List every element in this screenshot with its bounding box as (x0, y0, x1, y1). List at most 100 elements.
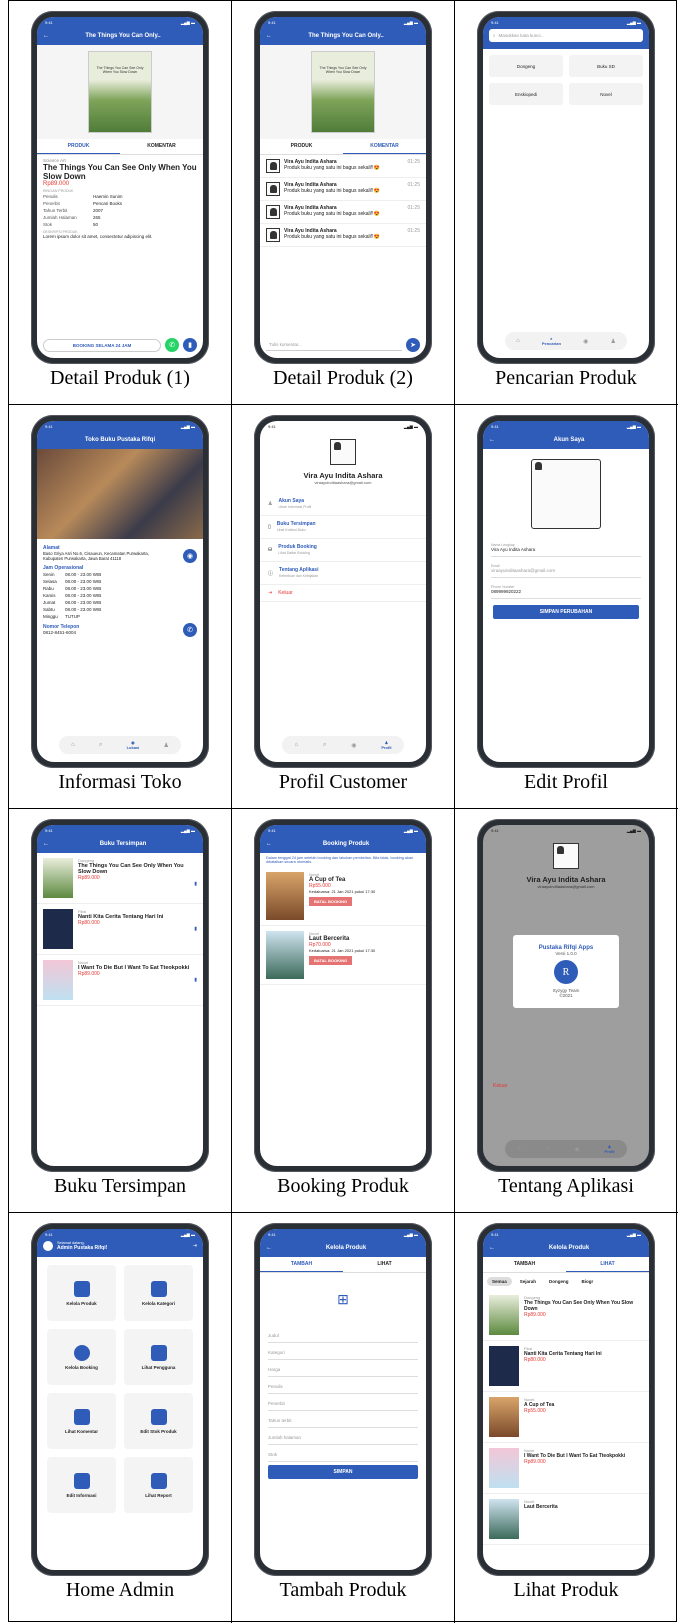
phone-icon[interactable]: ✆ (183, 623, 197, 637)
saved-book-item[interactable]: Fiksi Nanti Kita Cerita Tentang Hari Ini R… (37, 904, 203, 955)
card-label: Edit Stok Produk (140, 1428, 177, 1434)
tab-tambah[interactable]: TAMBAH (260, 1257, 343, 1272)
filter-chip[interactable]: Semua (487, 1277, 512, 1286)
stock-field[interactable]: Stok (268, 1448, 418, 1462)
publisher-field[interactable]: Penerbit (268, 1397, 418, 1411)
home-icon[interactable]: ⌂ (294, 742, 298, 748)
tab-lihat[interactable]: LIHAT (566, 1257, 649, 1272)
search-input[interactable]: Masukkan kata kunci.. (499, 33, 544, 38)
tab-produk[interactable]: PRODUK (260, 139, 343, 154)
bookmark-icon[interactable]: ▮ (78, 926, 197, 932)
book-price: Rp55.000 (524, 1408, 546, 1414)
comment-text: Produk buku yang satu ini bagus sekali!!… (284, 211, 380, 217)
menu-buku-tersimpan[interactable]: ▯ Buku Tersimpan Lihat Koleksi Buku (260, 516, 426, 539)
profile-icon[interactable]: ♟ (163, 742, 168, 749)
cancel-booking-button[interactable]: BATAL BOOKING (309, 897, 353, 906)
filter-chip[interactable]: Biogr (577, 1277, 599, 1286)
info-value: 265 (93, 215, 101, 221)
category-chip[interactable]: Buku SD (569, 55, 643, 77)
saved-book-item[interactable]: Novel I Want To Die But I Want To Eat Tte… (37, 955, 203, 1006)
product-item[interactable]: Novel I Want To Die But I Want To Eat Tte… (483, 1443, 649, 1494)
price-field[interactable]: Harga (268, 1363, 418, 1377)
nav-profile[interactable]: ♟ Profil (604, 1144, 614, 1154)
year-field[interactable]: Tahun terbit (268, 1414, 418, 1428)
app-bar: ← The Things You Can Only.. (37, 27, 203, 45)
location-icon[interactable]: ◉ (351, 742, 356, 749)
product-item[interactable]: Novel A Cup of Tea Rp55.000 (483, 1392, 649, 1443)
home-icon[interactable]: ⌂ (71, 742, 75, 748)
screen: 9:41 ▂▄▆ ▬ ← Kelola Produk TAMBAH LIHAT ⊞ J… (260, 1229, 426, 1570)
tab-komentar[interactable]: KOMENTAR (120, 139, 203, 154)
menu-akun-saya[interactable]: ♙ Akun Saya Ubah Informasi Profil (260, 493, 426, 516)
cell-edit-profil: 9:41 ▂▄▆ ▬ ← Akun Saya Nama Lengkap Vira Ay… (455, 405, 677, 808)
admin-card[interactable]: Edit Informasi (47, 1457, 116, 1513)
admin-card[interactable]: Lihat Pengguna (124, 1329, 193, 1385)
tab-komentar[interactable]: KOMENTAR (343, 139, 426, 154)
logout-button[interactable]: ⇥ Keluar (260, 585, 426, 602)
name-field[interactable]: Nama Lengkap Vira Ayu Indita Ashara (491, 539, 641, 557)
product-item[interactable]: Dongeng The Things You Can See Only When … (483, 1290, 649, 1341)
home-icon[interactable]: ⌂ (517, 1146, 521, 1152)
card-label: Lihat Pengguna (141, 1364, 176, 1370)
tab-tambah[interactable]: TAMBAH (483, 1257, 566, 1272)
location-icon[interactable]: ◉ (574, 1146, 579, 1153)
nav-profile[interactable]: ♟ Profil (381, 740, 391, 750)
profile-icon[interactable]: ♟ (610, 338, 615, 345)
send-icon[interactable]: ➤ (406, 338, 420, 352)
admin-card[interactable]: Edit Stok Produk (124, 1393, 193, 1449)
day: Minggu (43, 614, 58, 619)
search-icon[interactable]: ⌕ (323, 742, 326, 749)
book-thumb (43, 858, 73, 898)
comment-input[interactable]: Tulis komentar... (266, 339, 402, 351)
category-field[interactable]: Kategori (268, 1346, 418, 1360)
author-field[interactable]: Penulis (268, 1380, 418, 1394)
tab-lihat[interactable]: LIHAT (343, 1257, 426, 1272)
app-logo-icon: R (554, 960, 578, 984)
day: Selasa (43, 579, 57, 584)
tab-produk[interactable]: PRODUK (37, 139, 120, 154)
cell-buku-tersimpan: 9:41 ▂▄▆ ▬ ← Buku Tersimpan Dongeng The Thi… (9, 809, 231, 1212)
admin-card[interactable]: Lihat Report (124, 1457, 193, 1513)
saved-book-item[interactable]: Dongeng The Things You Can See Only When … (37, 853, 203, 904)
category-chip[interactable]: Enskiopedi (489, 83, 563, 105)
bookmark-icon[interactable]: ▮ (183, 338, 197, 352)
profile-photo[interactable] (531, 459, 601, 529)
email-field[interactable]: Email viraayuinditaashara@gmail.com (491, 560, 641, 578)
admin-card[interactable]: Lihat Komentar (47, 1393, 116, 1449)
title-field[interactable]: Judul (268, 1329, 418, 1343)
search-icon[interactable]: ⌕ (99, 742, 102, 749)
add-image-icon[interactable]: ⊞ (260, 1273, 426, 1326)
avatar (330, 439, 356, 465)
cancel-booking-button[interactable]: BATAL BOOKING (309, 956, 353, 965)
admin-card[interactable]: Kelola Booking (47, 1329, 116, 1385)
pages-field[interactable]: Jumlah halaman (268, 1431, 418, 1445)
menu-tentang-aplikasi[interactable]: ⓘ Tentang Aplikasi Ketentuan dan Kebijakan (260, 562, 426, 585)
save-button[interactable]: SIMPAN (268, 1465, 418, 1479)
product-item[interactable]: Fiksi Nanti Kita Cerita Tentang Hari Ini R… (483, 1341, 649, 1392)
nav-search[interactable]: ⌕ Pencarian (542, 336, 561, 346)
filter-chip[interactable]: Sejarah (515, 1277, 541, 1286)
phone-field[interactable]: Phone Number 089999920222 (491, 581, 641, 599)
logout-icon[interactable]: ⇥ (193, 1243, 197, 1249)
admin-card[interactable]: Kelola Produk (47, 1265, 116, 1321)
menu-produk-booking[interactable]: ⛁ Produk Booking Lihat Daftar Booking (260, 539, 426, 562)
map-pin-icon[interactable]: ◉ (183, 549, 197, 563)
book-thumb (489, 1397, 519, 1437)
home-icon[interactable]: ⌂ (516, 338, 520, 344)
bookmark-icon[interactable]: ▮ (78, 881, 197, 887)
bookmark-icon[interactable]: ▮ (78, 977, 197, 983)
copyright: ©2021 (559, 993, 573, 998)
category-chip[interactable]: Novel (569, 83, 643, 105)
category-chip[interactable]: Dongeng (489, 55, 563, 77)
filter-chip[interactable]: Dongeng (544, 1277, 574, 1286)
search-icon[interactable]: ⌕ (546, 1146, 549, 1153)
phone-frame: 9:41 ▂▄▆ ▬ ← Booking Produk Dalam tenggat … (254, 819, 432, 1172)
admin-card[interactable]: Kelola Kategori (124, 1265, 193, 1321)
location-icon[interactable]: ◉ (583, 338, 588, 345)
app-bar-title: Booking Produk (322, 841, 370, 847)
nav-location[interactable]: ◉ Lokasi (127, 740, 140, 750)
save-button[interactable]: SIMPAN PERUBAHAN (493, 605, 639, 619)
whatsapp-icon[interactable]: ✆ (165, 338, 179, 352)
product-item[interactable]: Novel Laut Bercerita (483, 1494, 649, 1545)
booking-button[interactable]: BOOKING SELAMA 24 JAM (43, 338, 161, 352)
